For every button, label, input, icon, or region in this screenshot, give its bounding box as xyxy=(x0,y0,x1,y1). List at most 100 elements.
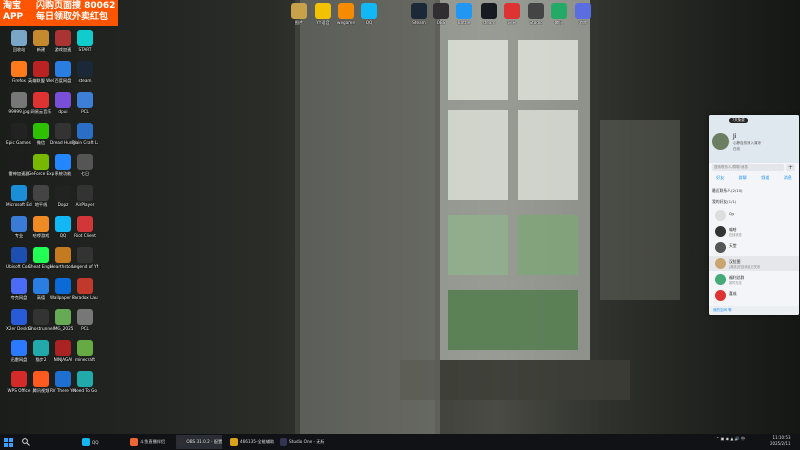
taskbar-app[interactable]: OBS 31.0.2 - 配置文件 xyxy=(176,435,222,449)
qq-bottom-bar[interactable]: 我的空间 等 xyxy=(709,306,799,315)
contact-row[interactable]: 福利总群 暂时无法 xyxy=(709,272,799,287)
app-icon xyxy=(55,216,71,232)
app-icon xyxy=(11,340,27,356)
app-icon xyxy=(55,340,71,356)
desktop-icon[interactable]: Need To Go xyxy=(72,371,98,393)
app-icon xyxy=(33,92,49,108)
desktop-icon-label: QQ xyxy=(365,20,373,25)
app-icon xyxy=(77,154,93,170)
contact-name: 天堂 xyxy=(729,243,737,248)
app-icon xyxy=(33,185,49,201)
app-icon xyxy=(55,123,71,139)
app-icon xyxy=(33,154,49,170)
desktop-icon[interactable]: 图片 xyxy=(286,3,312,25)
windows-start-button[interactable] xyxy=(4,435,13,449)
app-icon xyxy=(33,340,49,356)
desktop-icon-label: steam xyxy=(78,78,92,83)
desktop-icon-label: START xyxy=(78,47,92,52)
vip-chip[interactable]: 7天免费 xyxy=(729,118,748,123)
taskbar-app[interactable]: QQ xyxy=(80,435,126,449)
taskbar-app-label: Studio One - 无标题 xyxy=(289,439,324,444)
contact-name: Qy xyxy=(729,211,735,216)
group-friends[interactable]: 我的好友(1/1) xyxy=(712,199,736,205)
app-icon xyxy=(55,30,71,46)
desktop-icon[interactable]: steam xyxy=(72,61,98,83)
desktop-icon[interactable]: 网易 xyxy=(499,3,525,25)
tab-friends[interactable]: 好友 xyxy=(716,175,724,183)
taskbar: QQ 斗鱼直播伴侣 OBS 31.0.2 - 配置文件 466135-全能辅助 Stud… xyxy=(0,434,800,450)
app-icon xyxy=(528,3,544,19)
desktop-icon[interactable]: Battle xyxy=(451,3,477,25)
desktop-icon[interactable]: 游戏 xyxy=(570,3,596,25)
desktop-icon[interactable]: Plain Craft Launcher xyxy=(72,123,98,145)
desktop-icon-label: 网易 xyxy=(507,20,517,25)
desktop-icon-label: PCL xyxy=(81,326,89,331)
wallpaper xyxy=(295,0,680,434)
contact-avatar xyxy=(715,242,726,253)
desktop-icon-label: 游戏 xyxy=(578,20,588,25)
search-input[interactable]: 搜索联系人/群聊/消息 xyxy=(712,164,784,171)
app-icon xyxy=(77,123,93,139)
desktop-icon[interactable]: PCL xyxy=(72,92,98,114)
qq-signature[interactable]: 心静自然凉入清凉 xyxy=(733,141,761,146)
taskbar-app-label: 466135-全能辅助 xyxy=(239,439,274,444)
desktop-icon-label: Need To Go xyxy=(73,388,97,393)
desktop-icon[interactable]: AirPlayer xyxy=(72,185,98,207)
contact-row[interactable]: 喜成 xyxy=(709,288,799,303)
tray-icons[interactable]: ⌃ ▣ ◉ ▲ 🔊 中 xyxy=(716,436,745,442)
app-icon xyxy=(33,309,49,325)
tab-messages[interactable]: 消息 xyxy=(784,175,792,183)
desktop-icon-label: Riot Client xyxy=(74,233,96,238)
desktop-icon[interactable]: Riot Client xyxy=(72,216,98,238)
taskbar-app[interactable]: Studio One - 无标题 xyxy=(278,435,324,449)
desktop-icon[interactable]: 腾讯 xyxy=(546,3,572,25)
app-icon xyxy=(230,438,238,446)
app-icon xyxy=(575,3,591,19)
clock[interactable]: 11:10:53 2025/2/11 xyxy=(770,435,791,447)
desktop-icon[interactable]: Legend of YMIR xyxy=(72,247,98,269)
tab-channels[interactable]: 频道 xyxy=(761,175,769,183)
app-icon xyxy=(130,438,138,446)
add-button[interactable]: + xyxy=(786,164,795,171)
desktop-icon[interactable]: PCL xyxy=(72,309,98,331)
desktop-icon[interactable]: 七日 xyxy=(72,154,98,176)
app-icon xyxy=(280,438,288,446)
contact-row[interactable]: Qy xyxy=(709,208,799,223)
app-icon xyxy=(55,247,71,263)
contact-avatar xyxy=(715,290,726,301)
desktop-icon-label: 图片 xyxy=(294,20,304,25)
app-icon xyxy=(291,3,307,19)
contact-row[interactable]: 喵哈 在线状态 xyxy=(709,224,799,239)
app-icon xyxy=(315,3,331,19)
desktop-icon[interactable]: minecraft xyxy=(72,340,98,362)
taskbar-app[interactable]: 466135-全能辅助 xyxy=(228,435,274,449)
qq-status[interactable]: 在线 xyxy=(733,147,740,152)
desktop-icon[interactable]: QQ xyxy=(356,3,382,25)
app-icon xyxy=(11,216,27,232)
app-icon xyxy=(77,92,93,108)
contact-row[interactable]: 天堂 xyxy=(709,240,799,255)
group-recent[interactable]: 最近联系人(2/10) xyxy=(712,188,742,194)
app-icon xyxy=(178,438,185,446)
app-icon xyxy=(55,185,71,201)
qq-tabs: 好友 群聊 频道 消息 xyxy=(709,175,799,183)
taobao-banner[interactable]: 淘宝 APP 闪购页面搜 80062 每日领取外卖红包 xyxy=(0,0,118,26)
app-icon xyxy=(481,3,497,19)
app-icon xyxy=(11,247,27,263)
desktop-icon[interactable]: Paradox Launcher xyxy=(72,278,98,300)
app-icon xyxy=(11,30,27,46)
tab-groups[interactable]: 群聊 xyxy=(739,175,747,183)
banner-title: 淘宝 xyxy=(3,1,22,11)
desktop-icon-label: Plain Craft Launcher xyxy=(72,140,98,145)
desktop-icon-label: 七日 xyxy=(80,171,90,176)
desktop-icon-label: Legend of YMIR xyxy=(72,264,98,269)
app-icon xyxy=(11,123,27,139)
avatar[interactable] xyxy=(712,133,729,150)
taskbar-app[interactable]: 斗鱼直播伴侣 xyxy=(128,435,174,449)
contact-row[interactable]: 汉拉图 [离线]在线消息已关闭 xyxy=(709,256,799,271)
app-icon xyxy=(77,371,93,387)
search-button[interactable] xyxy=(22,435,30,449)
app-icon xyxy=(77,340,93,356)
desktop-icon[interactable]: START xyxy=(72,30,98,52)
app-icon xyxy=(11,309,27,325)
